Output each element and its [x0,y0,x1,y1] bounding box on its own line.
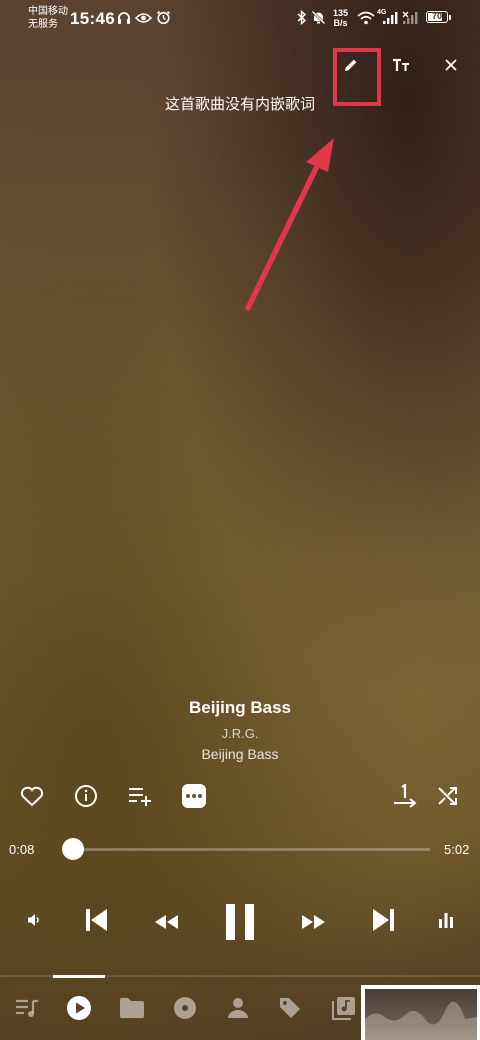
pause-button[interactable] [216,896,264,948]
text-size-button[interactable] [384,48,418,82]
headphones-icon [118,12,130,24]
track-artist[interactable]: J.R.G. [0,726,480,741]
shuffle-icon [438,787,457,805]
playlist-icon [16,999,38,1017]
carrier-name: 中国移动 [28,6,68,17]
fast-forward-icon [302,915,325,929]
equalizer-icon [439,913,453,928]
pause-icon [226,904,254,940]
add-to-queue-icon [129,788,151,806]
nav-library[interactable] [326,990,362,1026]
signal-icon [383,12,398,24]
status-time: 15:46 [70,9,115,28]
nav-active-indicator [53,975,105,978]
repeat-one-icon [394,784,417,808]
nav-artists[interactable] [220,990,256,1026]
track-title: Beijing Bass [188,698,292,717]
next-icon [373,909,394,931]
volume-button[interactable] [20,906,48,934]
text-size-icon [393,58,409,71]
elapsed-time: 0:08 [9,842,35,857]
battery-tip [449,15,451,20]
next-button[interactable] [364,900,404,940]
previous-button[interactable] [76,900,116,940]
battery-level: 70 [431,11,442,21]
music-library-icon [332,997,355,1020]
more-icon [182,784,206,808]
seek-thumb[interactable] [61,838,84,860]
rewind-icon [155,915,178,929]
repeat-one-button[interactable] [387,778,423,814]
no-lyrics-message: 这首歌曲没有内嵌歌词 [0,93,480,114]
favorite-button[interactable] [14,778,50,814]
track-album[interactable]: Beijing Bass [0,746,480,762]
seek-bar[interactable] [63,848,430,851]
preview-landscape-icon [365,1001,477,1040]
tag-icon [280,998,300,1018]
nav-tags[interactable] [272,990,308,1026]
total-time: 5:02 [444,842,470,857]
nav-now-playing[interactable] [61,990,97,1026]
preview-thumbnail [361,985,480,1040]
nav-playlist[interactable] [9,990,45,1026]
annotation-arrow-icon [245,138,334,311]
carrier-info: 中国移动 无服务 [28,5,68,31]
no-signal-icon [402,11,418,24]
wifi-icon [357,11,375,25]
shuffle-button[interactable] [430,778,466,814]
info-button[interactable] [68,778,104,814]
close-lyrics-button[interactable] [434,48,468,82]
eye-icon [135,13,152,23]
folder-icon [120,998,144,1018]
no-lyrics-text: 这首歌曲没有内嵌歌词 [164,95,315,113]
previous-icon [86,909,107,931]
add-to-queue-button[interactable] [122,778,158,814]
battery-indicator: 70 [426,11,448,23]
now-playing-icon [67,996,91,1020]
volume-icon [28,914,39,926]
album-icon [174,997,196,1019]
nav-folders[interactable] [114,990,150,1026]
artist-icon [228,998,248,1018]
mute-notification-icon [311,10,326,25]
bluetooth-icon [297,10,307,25]
rewind-button[interactable] [148,904,184,940]
equalizer-button[interactable] [432,906,460,934]
network-speed: 135 B/s [333,8,348,28]
fast-forward-button[interactable] [296,904,332,940]
info-icon [75,785,97,807]
close-icon [445,59,457,71]
alarm-icon [156,10,171,25]
service-status: 无服务 [28,19,58,30]
nav-albums[interactable] [167,990,203,1026]
preview-image [365,989,477,1040]
network-speed-value: 135 [333,8,349,18]
more-button[interactable] [176,778,212,814]
heart-icon [20,786,44,807]
network-speed-unit: B/s [333,18,348,28]
